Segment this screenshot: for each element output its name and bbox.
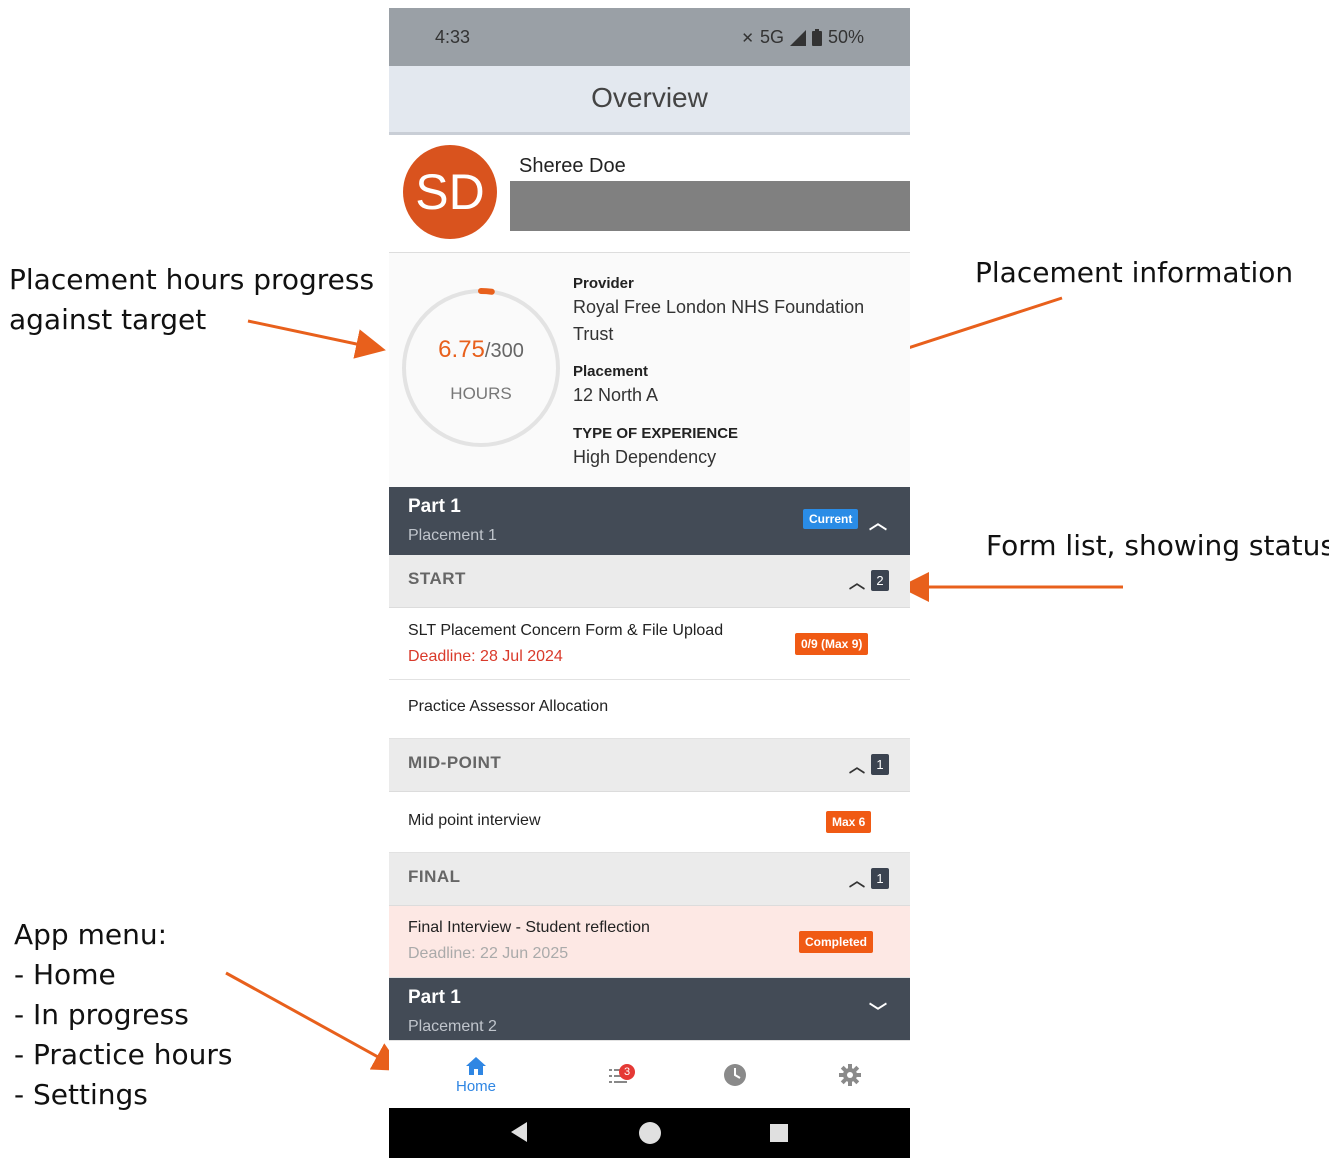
form-deadline: Deadline: 28 Jul 2024: [408, 648, 563, 665]
section-final-header[interactable]: FINAL ︿ 1: [389, 853, 910, 906]
home-icon: [466, 1056, 486, 1075]
chevron-up-icon[interactable]: ︿: [849, 569, 865, 593]
page-title: Overview: [591, 82, 708, 113]
home-circle-icon[interactable]: [638, 1121, 662, 1145]
bottom-nav: Home 3: [389, 1040, 910, 1109]
experience-value: High Dependency: [573, 447, 717, 467]
annotation-hours-progress: Placement hours progress against target: [9, 260, 374, 340]
annotation-line: Placement hours progress: [9, 263, 375, 296]
experience-label: TYPE OF EXPERIENCE: [573, 425, 739, 442]
current-badge: Current: [803, 509, 859, 529]
form-status-badge: Max 6: [826, 811, 872, 833]
vibrate-off-icon: ✕: [741, 29, 754, 47]
in-progress-count-badge: 3: [619, 1064, 635, 1080]
status-bar: 4:33 ✕ 5G 50%: [389, 8, 910, 66]
battery-label: 50%: [827, 27, 864, 47]
nav-home[interactable]: Home: [411, 1041, 541, 1109]
form-list-item[interactable]: Mid point interview Max 6: [389, 792, 910, 853]
redacted-block: [510, 181, 910, 231]
phone-screen: 4:33 ✕ 5G 50% Overview SD Sheree Doe 6.7…: [389, 8, 910, 1158]
part-title: Part 1: [408, 496, 461, 517]
clock-icon: [724, 1064, 746, 1086]
chevron-up-icon[interactable]: ︿: [849, 867, 865, 891]
recents-icon[interactable]: [769, 1123, 789, 1143]
chevron-up-icon[interactable]: ︿: [849, 753, 865, 777]
system-nav-bar: [389, 1108, 910, 1158]
hours-label: HOURS: [450, 384, 512, 403]
provider-value: Royal Free London NHS Foundation Trust: [573, 297, 865, 344]
form-title: Final Interview - Student reflection: [408, 919, 650, 936]
part-subtitle: Placement 1: [408, 527, 497, 544]
annotation-app-menu: App menu: - Home - In progress - Practic…: [14, 915, 232, 1115]
status-icons: ✕ 5G 50%: [741, 27, 864, 48]
section-count-badge: 2: [871, 570, 889, 591]
annotation-line: - Settings: [14, 1078, 148, 1111]
profile-name: Sheree Doe: [519, 155, 626, 177]
hours-target: /300: [484, 340, 524, 362]
signal-icon: [789, 29, 806, 46]
part-title: Part 1: [408, 987, 461, 1008]
nav-in-progress[interactable]: 3: [557, 1041, 687, 1109]
annotation-line: against target: [9, 303, 207, 336]
part-header-collapsed[interactable]: Part 1 Placement 2 ﹀: [389, 978, 910, 1040]
chevron-down-icon[interactable]: ﹀: [869, 998, 887, 1024]
placement-info-panel: 6.75/300 HOURS Provider Royal Free Londo…: [389, 253, 910, 487]
form-deadline: Deadline: 22 Jun 2025: [408, 945, 569, 962]
avatar: SD: [403, 145, 497, 239]
hours-progress-ring: [401, 288, 561, 448]
nav-practice-hours[interactable]: [670, 1041, 800, 1109]
hours-value: 6.75/300: [401, 336, 561, 364]
form-title: SLT Placement Concern Form & File Upload: [408, 622, 724, 639]
gear-icon: [839, 1064, 861, 1086]
section-count-badge: 1: [871, 754, 889, 775]
form-title: Practice Assessor Allocation: [408, 698, 609, 715]
placement-label: Placement: [573, 363, 649, 380]
battery-icon: [811, 29, 822, 46]
annotation-line: - In progress: [14, 998, 189, 1031]
part-subtitle: Placement 2: [408, 1018, 497, 1035]
section-midpoint-header[interactable]: MID-POINT ︿ 1: [389, 739, 910, 792]
nav-settings[interactable]: [785, 1041, 910, 1109]
provider-label: Provider: [573, 275, 634, 292]
back-icon[interactable]: [509, 1121, 531, 1143]
nav-home-label: Home: [455, 1077, 496, 1095]
annotation-line: - Practice hours: [14, 1038, 233, 1071]
form-status-badge: Completed: [799, 931, 874, 953]
section-title: START: [408, 569, 466, 588]
status-time: 4:33: [435, 27, 471, 47]
chevron-up-icon[interactable]: ︿: [869, 509, 887, 535]
arrow-app-menu: [225, 971, 404, 1071]
annotation-placement-info: Placement information: [975, 256, 1294, 289]
form-list-item[interactable]: Final Interview - Student reflection Dea…: [389, 906, 910, 978]
form-status-badge: 0/9 (Max 9): [795, 633, 869, 655]
profile-card: SD Sheree Doe: [389, 135, 910, 253]
annotation-form-list: Form list, showing status: [986, 529, 1329, 562]
section-start-header[interactable]: START ︿ 2: [389, 555, 910, 608]
form-list-item[interactable]: Practice Assessor Allocation: [389, 680, 910, 739]
form-title: Mid point interview: [408, 812, 541, 829]
placement-value: 12 North A: [573, 385, 659, 405]
network-label: 5G: [759, 27, 784, 47]
section-count-badge: 1: [871, 868, 889, 889]
section-title: MID-POINT: [408, 753, 502, 772]
annotation-line: App menu:: [14, 918, 168, 951]
form-list-item[interactable]: SLT Placement Concern Form & File Upload…: [389, 608, 910, 680]
annotation-line: - Home: [14, 958, 116, 991]
hours-completed: 6.75: [438, 336, 485, 363]
part-header-current[interactable]: Part 1 Placement 1 Current ︿: [389, 487, 910, 555]
app-bar: Overview: [389, 66, 910, 135]
section-title: FINAL: [408, 867, 461, 886]
